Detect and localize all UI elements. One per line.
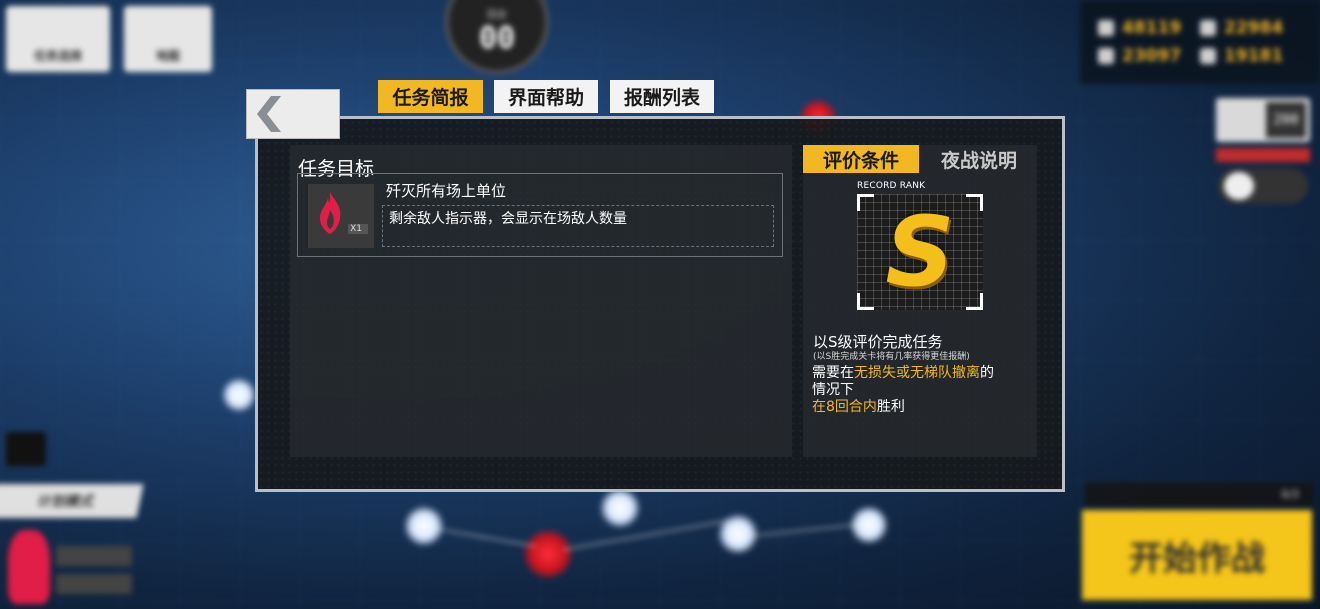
turn-value: 00 [478,21,516,56]
map-button[interactable]: 地图 [124,6,212,72]
resource-value: 48119 [1122,18,1182,38]
rank-condition-note: (以S胜完成关卡将有几率获得更佳报酬) [813,352,970,362]
manpower-icon [1098,20,1114,36]
rank-letter: S [885,196,955,308]
parts-icon [1200,48,1216,64]
tab-night-battle-info[interactable]: 夜战说明 [928,145,1030,173]
condition-text: 情况下 [812,382,854,398]
start-battle-label: 开始作战 [1129,538,1265,579]
resource-value: 23097 [1122,46,1182,66]
rations-icon [1098,48,1114,64]
right-counter[interactable]: 200 [1216,98,1310,142]
condition-line-3: 在8回合内胜利 [812,399,905,416]
start-battle-button[interactable]: 开始作战 [1082,510,1312,600]
resource-value: 19181 [1224,46,1284,66]
turn-label: 回合 [487,10,507,21]
map-node[interactable] [600,488,640,528]
condition-line-2: 情况下 [812,382,854,399]
ammo-icon [1200,20,1216,36]
eye-icon[interactable] [6,432,46,466]
flame-icon [8,530,50,604]
right-red-bar [1216,148,1310,162]
condition-highlight: 无损失或无梯队撤离 [854,365,980,381]
right-counter-value: 200 [1266,102,1306,138]
flame-icon [320,192,341,234]
resource-ammo: 22984 [1200,14,1302,42]
start-caption: 0/3 [1085,482,1313,506]
rank-badge: S [857,194,983,310]
objective-description: 剩余敌人指示器，会显示在场敌人数量 [382,205,774,247]
resource-parts: 19181 [1200,42,1302,70]
plan-mode-button[interactable]: 计划模式 [0,484,144,518]
objective-name: 歼灭所有场上单位 [386,182,507,200]
auto-toggle[interactable] [1218,168,1308,204]
resource-value: 22984 [1224,18,1284,38]
resource-manpower: 48119 [1098,14,1200,42]
resource-panel: 48119 22984 23097 19181 [1080,0,1320,84]
condition-text: 需要在 [812,365,854,381]
tab-reward-list[interactable]: 报酬列表 [610,80,714,113]
map-node[interactable] [222,378,256,412]
back-button[interactable] [246,89,340,139]
map-node[interactable] [404,506,444,546]
record-rank-label: RECORD RANK [857,181,926,191]
condition-highlight: 在8回合内 [812,399,877,415]
resource-rations: 23097 [1098,42,1200,70]
condition-line-1: 需要在无损失或无梯队撤离的 [812,365,994,382]
condition-text: 的 [980,365,994,381]
map-node[interactable] [850,506,888,544]
enemy-stat-bar [56,574,132,594]
objective-icon: X1 [308,184,374,248]
enemy-stat-bar [56,546,132,566]
toggle-knob [1224,172,1254,200]
tab-mission-briefing[interactable]: 任务简报 [378,80,483,113]
chevron-left-icon [257,96,281,132]
condition-text: 胜利 [876,399,905,415]
objective-count: X1 [348,224,368,234]
tab-interface-help[interactable]: 界面帮助 [494,80,598,113]
tab-rank-conditions[interactable]: 评价条件 [803,145,919,173]
mission-select-button[interactable]: 任务选择 [6,6,110,72]
